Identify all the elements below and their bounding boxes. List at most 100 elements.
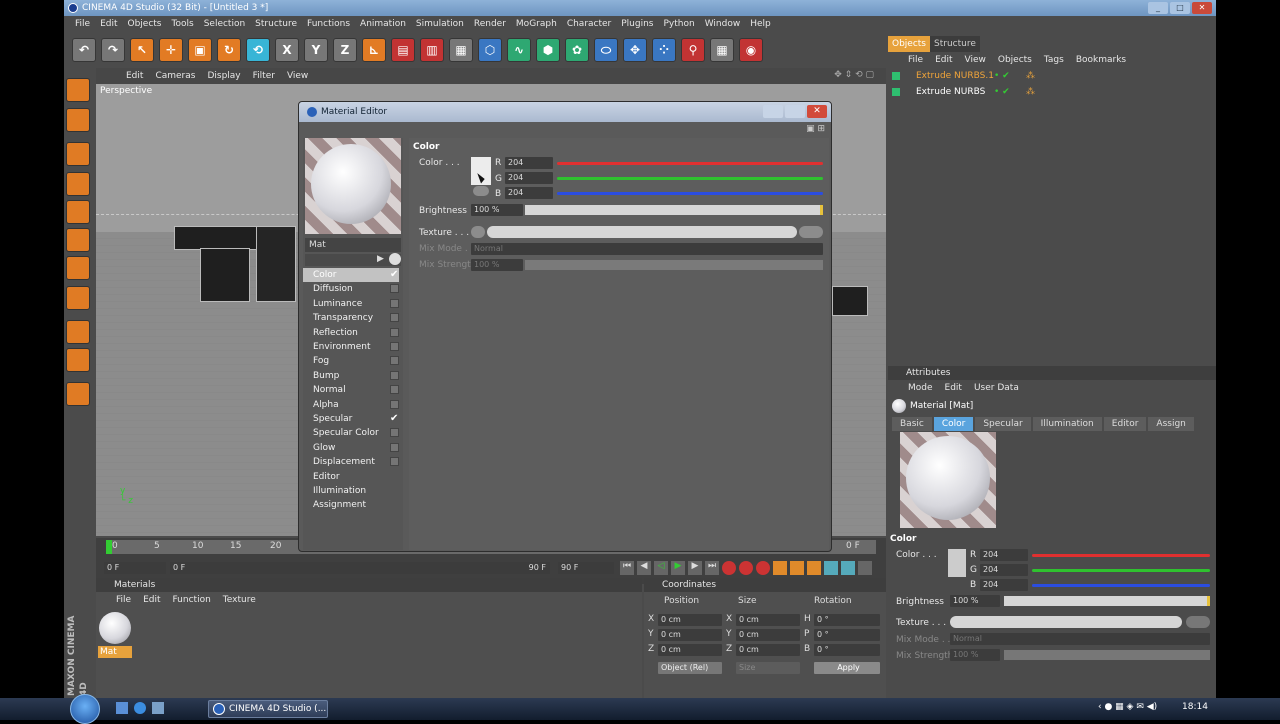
coordinate-system-icon[interactable]: ⊾ [362, 38, 386, 62]
rotate-icon[interactable]: ↻ [217, 38, 241, 62]
start-frame-field[interactable]: 0 F [104, 562, 166, 574]
polygons-mode-icon[interactable] [66, 256, 90, 280]
spline-icon[interactable]: ∿ [507, 38, 531, 62]
channel-checkbox[interactable] [390, 399, 399, 409]
channel-checkbox[interactable] [390, 457, 399, 467]
om-menu-edit[interactable]: Edit [935, 55, 964, 65]
pla-key-icon[interactable] [841, 561, 855, 575]
materials-menu-texture[interactable]: Texture [223, 595, 268, 605]
tab-objects[interactable]: Objects [888, 36, 931, 52]
channel-item-specular-color[interactable]: Specular Color [303, 426, 399, 440]
visibility-check-icon[interactable]: • ✔ [994, 68, 1010, 84]
redo-icon[interactable]: ↷ [101, 38, 125, 62]
attr-b-slider[interactable] [1032, 584, 1210, 587]
deformer-icon[interactable]: ⬭ [594, 38, 618, 62]
attr-color-swatch[interactable] [948, 549, 966, 577]
om-menu-bookmarks[interactable]: Bookmarks [1076, 55, 1138, 65]
attr-mixmode-dropdown[interactable]: Normal [950, 633, 1210, 645]
channel-checkbox[interactable] [390, 428, 399, 438]
channel-item-displacement[interactable]: Displacement [303, 455, 399, 469]
model-mode-icon[interactable] [66, 108, 90, 132]
me-texture-load-button[interactable] [799, 226, 823, 238]
materials-menu-function[interactable]: Function [173, 595, 223, 605]
viewport-menu-view[interactable]: View [281, 71, 314, 81]
system-tray-icons[interactable]: ‹ ● ▦ ◈ ✉ ◀) [1098, 702, 1157, 712]
rotation-p-field[interactable]: 0 ° [814, 629, 880, 641]
edges-mode-icon[interactable] [66, 228, 90, 252]
size-mode-dropdown[interactable]: Size [736, 662, 800, 674]
y-axis-icon[interactable]: Y [304, 38, 328, 62]
position-key-icon[interactable] [773, 561, 787, 575]
switch-windows-icon[interactable] [152, 702, 164, 714]
me-pin-icons[interactable]: ▣ ⊞ [806, 124, 825, 134]
recent-tools-icon[interactable]: ⟲ [246, 38, 270, 62]
channel-item-environment[interactable]: Environment [303, 340, 399, 354]
render-picture-viewer-icon[interactable]: ▥ [420, 38, 444, 62]
attr-r-field[interactable]: 204 [980, 549, 1028, 561]
channel-checkbox[interactable] [390, 298, 399, 308]
size-x-field[interactable]: 0 cm [736, 614, 800, 626]
menu-functions[interactable]: Functions [302, 16, 355, 32]
array-icon[interactable]: ✿ [565, 38, 589, 62]
camera-icon[interactable]: ⚲ [681, 38, 705, 62]
attr-tab-specular[interactable]: Specular [975, 417, 1031, 431]
make-editable-icon[interactable] [66, 78, 90, 102]
me-r-field[interactable]: 204 [505, 157, 553, 169]
channel-item-diffusion[interactable]: Diffusion [303, 282, 399, 296]
attr-tab-assign[interactable]: Assign [1148, 417, 1194, 431]
snapping-icon[interactable] [66, 382, 90, 406]
material-thumbnail-mat[interactable]: Mat [98, 612, 132, 658]
axis-mode-icon[interactable] [66, 172, 90, 196]
prev-key-icon[interactable]: ◀ [637, 561, 651, 575]
viewport-menu-filter[interactable]: Filter [247, 71, 281, 81]
channel-checkbox[interactable] [390, 313, 399, 323]
menu-python[interactable]: Python [659, 16, 700, 32]
viewport-nav-icons[interactable]: ✥ ⇕ ⟲ ▢ [828, 70, 880, 80]
menu-selection[interactable]: Selection [199, 16, 250, 32]
attr-menu-edit[interactable]: Edit [945, 383, 974, 393]
me-options-icon[interactable] [389, 253, 401, 265]
materials-menu-file[interactable]: File [116, 595, 143, 605]
scale-icon[interactable]: ▣ [188, 38, 212, 62]
me-brightness-field[interactable]: 100 % [471, 204, 523, 216]
object-row-extrude-nurbs[interactable]: Extrude NURBS • ✔ ⁂ [888, 84, 1216, 100]
me-b-slider[interactable] [557, 192, 823, 195]
me-arrow-icon[interactable]: ▶ [377, 254, 387, 266]
menu-simulation[interactable]: Simulation [411, 16, 469, 32]
render-view-icon[interactable]: ▤ [391, 38, 415, 62]
move-icon[interactable]: ✛ [159, 38, 183, 62]
rotation-b-field[interactable]: 0 ° [814, 644, 880, 656]
ie-icon[interactable] [134, 702, 146, 714]
me-mixmode-dropdown[interactable]: Normal [471, 243, 823, 255]
me-b-field[interactable]: 204 [505, 187, 553, 199]
me-close-button[interactable]: ✕ [807, 105, 827, 118]
environment-icon[interactable]: ⁘ [652, 38, 676, 62]
me-g-field[interactable]: 204 [505, 172, 553, 184]
undo-icon[interactable]: ↶ [72, 38, 96, 62]
channel-item-illumination[interactable]: Illumination [303, 484, 399, 498]
rotation-key-icon[interactable] [807, 561, 821, 575]
x-axis-icon[interactable]: X [275, 38, 299, 62]
me-r-slider[interactable] [557, 162, 823, 165]
menu-window[interactable]: Window [700, 16, 746, 32]
me-material-name-field[interactable]: Mat [305, 238, 401, 252]
size-y-field[interactable]: 0 cm [736, 629, 800, 641]
channel-checkbox[interactable] [390, 327, 399, 337]
close-button[interactable]: ✕ [1192, 2, 1212, 14]
viewport-menu-edit[interactable]: Edit [120, 71, 149, 81]
channel-checkbox[interactable] [390, 442, 399, 452]
play-icon[interactable]: ▶ [671, 561, 685, 575]
next-key-icon[interactable]: ▶ [688, 561, 702, 575]
play-backward-icon[interactable]: ◁ [654, 561, 668, 575]
attr-menu-mode[interactable]: Mode [908, 383, 945, 393]
maximize-button[interactable]: □ [1170, 2, 1190, 14]
menu-tools[interactable]: Tools [167, 16, 199, 32]
me-material-preview[interactable] [305, 138, 401, 234]
menu-mograph[interactable]: MoGraph [511, 16, 562, 32]
goto-end-icon[interactable]: ⏭ [705, 561, 719, 575]
me-color-picker-toggle[interactable] [473, 186, 489, 196]
parameter-key-icon[interactable] [824, 561, 838, 575]
attr-tab-illumination[interactable]: Illumination [1032, 417, 1102, 431]
texture-mode-icon[interactable] [66, 320, 90, 344]
menu-help[interactable]: Help [745, 16, 776, 32]
